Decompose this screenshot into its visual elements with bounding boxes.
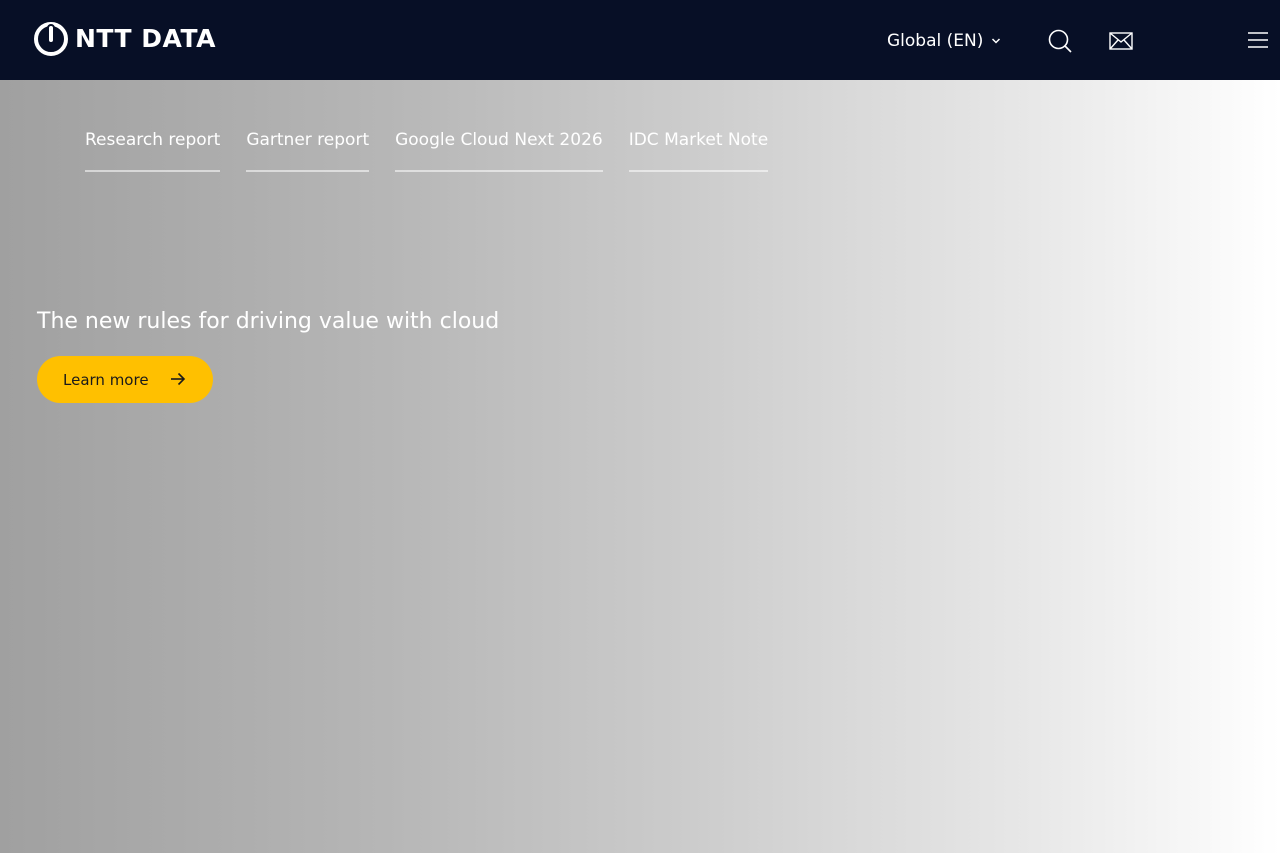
logo-text: NTT DATA (75, 24, 216, 53)
region-selector[interactable]: Global (EN) (887, 28, 1001, 54)
learn-more-label: Learn more (63, 370, 149, 389)
tab-idc-market-note[interactable]: IDC Market Note (628, 128, 769, 172)
chevron-down-icon (991, 37, 1001, 45)
search-icon (1048, 29, 1072, 53)
hamburger-menu-icon (1247, 32, 1268, 48)
learn-more-button[interactable]: Learn more (37, 356, 213, 403)
region-label: Global (EN) (887, 31, 984, 51)
contact-button[interactable] (1108, 30, 1134, 52)
tab-research-report[interactable]: Research report (85, 128, 221, 172)
power-symbol-icon (34, 22, 68, 56)
tab-google-cloud-next-2026[interactable]: Google Cloud Next 2026 (395, 128, 603, 172)
hero-banner: Research report Gartner report Google Cl… (0, 80, 1280, 853)
ntt-data-logo[interactable]: NTT DATA (33, 21, 216, 57)
menu-button[interactable] (1245, 29, 1270, 51)
tab-gartner-report[interactable]: Gartner report (246, 128, 370, 172)
site-header: NTT DATA Global (EN) (0, 0, 1280, 80)
hero-headline: The new rules for driving value with clo… (37, 309, 500, 334)
hero-tabs: Research report Gartner report Google Cl… (85, 128, 794, 172)
mail-icon (1109, 32, 1133, 50)
arrow-right-icon (170, 371, 186, 387)
search-button[interactable] (1046, 27, 1074, 55)
